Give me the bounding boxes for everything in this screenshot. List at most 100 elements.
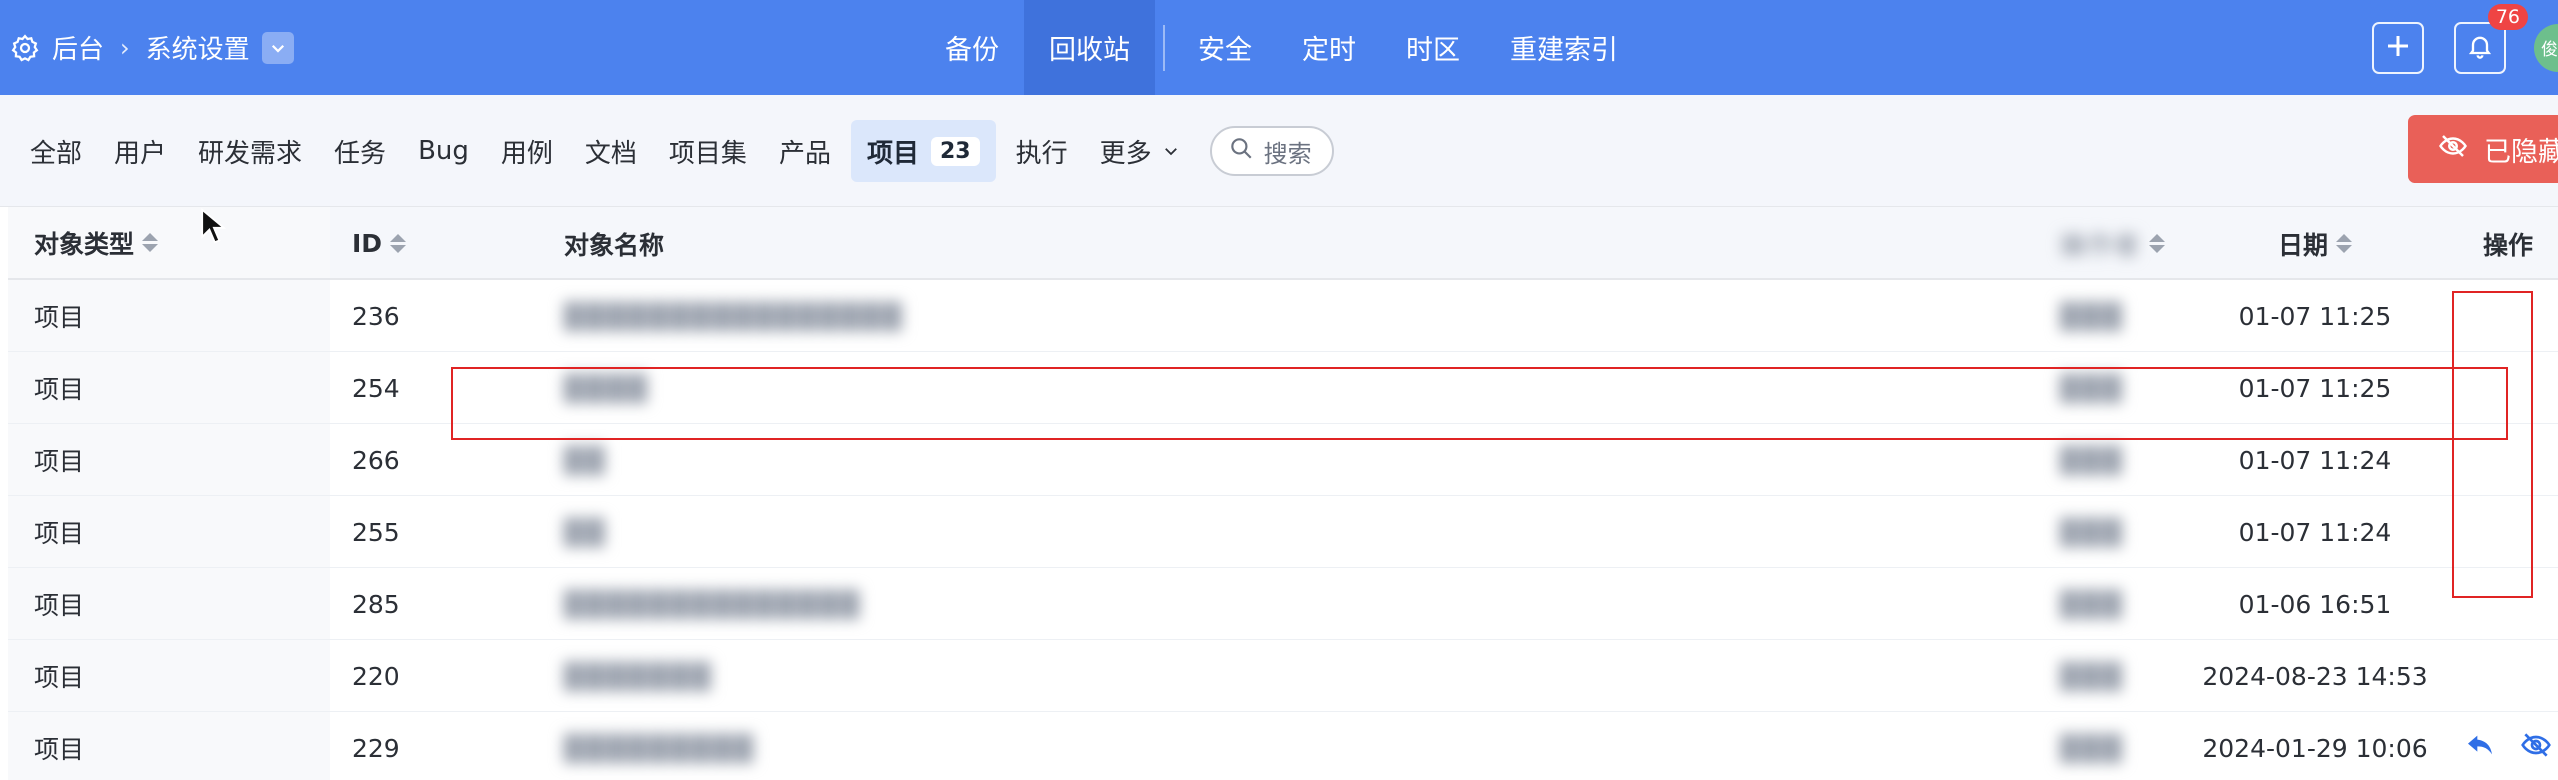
cell-name: ████████████████ <box>540 280 2020 352</box>
cell-date: 2024-08-23 14:53 <box>2202 661 2428 691</box>
type-filters: 全部 用户 研发需求 任务 Bug 用例 文档 项目集 产品 项目 23 执行 … <box>14 95 1334 207</box>
cell-date: 01-07 11:25 <box>2238 373 2392 403</box>
nav-security[interactable]: 安全 <box>1173 0 1277 95</box>
cell-id: 255 <box>352 517 400 547</box>
filter-tasks[interactable]: 任务 <box>318 120 402 182</box>
gear-icon[interactable] <box>10 33 40 63</box>
column-header-actions: 操作 <box>2482 230 2533 260</box>
cell-operator: ███ <box>2020 712 2180 780</box>
nav-timezone[interactable]: 时区 <box>1381 0 1485 95</box>
cell-name: ███████ <box>540 640 2020 712</box>
table-row: 项目 285 ██████████████ ███ 01-06 16:51 <box>8 568 2558 640</box>
column-header-date[interactable]: 日期 <box>2180 207 2450 280</box>
search-input[interactable]: 搜索 <box>1209 126 1334 176</box>
filter-executions[interactable]: 执行 <box>1000 120 1084 182</box>
nav-recycle-bin[interactable]: 回收站 <box>1024 0 1155 95</box>
filter-users[interactable]: 用户 <box>98 120 182 182</box>
cell-type: 项目 <box>8 712 330 780</box>
cell-name-text: ██████████████ <box>564 589 862 619</box>
cell-date: 2024-01-29 10:06 <box>2202 733 2428 763</box>
bell-icon <box>2466 32 2494 64</box>
eye-off-icon[interactable] <box>2520 729 2552 767</box>
avatar[interactable]: 俊杰 <box>2534 23 2558 72</box>
notification-badge: 76 <box>2487 3 2528 30</box>
cell-operator-text: ███ <box>2060 301 2124 331</box>
cell-id: 220 <box>352 661 400 691</box>
recycle-bin-table: 对象类型 ID 对象名称 操作者 日期 操作 项目 236 ██████████… <box>8 207 2558 780</box>
add-button[interactable] <box>2372 21 2424 74</box>
filter-more-label: 更多 <box>1099 138 1152 169</box>
cell-id: 236 <box>352 301 400 331</box>
cell-id: 266 <box>352 445 400 475</box>
cell-name: ██ <box>540 496 2020 568</box>
row-actions <box>2464 729 2552 767</box>
cell-operator-text: ███ <box>2060 517 2124 547</box>
cell-operator-text: ███ <box>2060 589 2124 619</box>
filter-bugs[interactable]: Bug <box>402 120 485 182</box>
column-header-id-label: ID <box>352 229 383 258</box>
chevron-down-icon[interactable] <box>261 31 294 64</box>
chevron-down-icon <box>1162 142 1180 160</box>
filter-docs[interactable]: 文档 <box>569 120 653 182</box>
mouse-cursor-icon <box>200 207 227 248</box>
search-placeholder: 搜索 <box>1263 139 1312 168</box>
breadcrumb-current[interactable]: 系统设置 <box>146 29 250 66</box>
column-header-type[interactable]: 对象类型 <box>8 207 330 278</box>
cell-type: 项目 <box>8 424 330 495</box>
table-row: 项目 255 ██ ███ 01-07 11:24 <box>8 496 2558 568</box>
table-row: 项目 236 ████████████████ ███ 01-07 11:25 <box>8 280 2558 352</box>
cell-actions <box>2450 352 2558 424</box>
table-row: 项目 220 ███████ ███ 2024-08-23 14:53 <box>8 640 2558 712</box>
hidden-items-label: 已隐藏 <box>2484 136 2558 168</box>
filter-stories[interactable]: 研发需求 <box>182 120 318 182</box>
cell-operator-text: ███ <box>2060 661 2124 691</box>
filter-products[interactable]: 产品 <box>763 120 847 182</box>
cell-actions <box>2450 424 2558 496</box>
cell-operator: ███ <box>2020 352 2180 424</box>
cell-operator: ███ <box>2020 496 2180 568</box>
notifications-button[interactable]: 76 <box>2454 3 2528 74</box>
column-header-date-label: 日期 <box>2277 230 2328 260</box>
column-header-id[interactable]: ID <box>330 207 540 280</box>
nav-schedule[interactable]: 定时 <box>1277 0 1381 95</box>
filter-more[interactable]: 更多 <box>1084 120 1196 182</box>
filter-programs[interactable]: 项目集 <box>653 120 763 182</box>
restore-icon[interactable] <box>2464 729 2496 767</box>
hidden-items-button[interactable]: 已隐藏 <box>2408 115 2558 183</box>
breadcrumb-root[interactable]: 后台 <box>52 29 104 66</box>
cell-operator: ███ <box>2020 640 2180 712</box>
cell-date: 01-07 11:25 <box>2238 301 2392 331</box>
cell-name: ████ <box>540 352 2020 424</box>
cell-type: 项目 <box>8 568 330 639</box>
nav-backup[interactable]: 备份 <box>920 0 1024 95</box>
cell-type: 项目 <box>8 640 330 711</box>
nav-divider <box>1163 24 1165 71</box>
cell-name: ██████████████ <box>540 568 2020 640</box>
eye-off-icon <box>2438 131 2484 168</box>
table-row: 项目 266 ██ ███ 01-07 11:24 <box>8 424 2558 496</box>
cell-type: 项目 <box>8 496 330 567</box>
top-nav: 备份 回收站 安全 定时 时区 重建索引 <box>920 0 1643 95</box>
search-icon <box>1228 135 1264 167</box>
cell-operator-text: ███ <box>2060 733 2124 763</box>
cell-actions <box>2450 568 2558 640</box>
cell-operator: ███ <box>2020 568 2180 640</box>
filter-projects[interactable]: 项目 23 <box>850 120 996 182</box>
filter-cases[interactable]: 用例 <box>485 120 569 182</box>
sort-icon <box>390 234 407 253</box>
cell-operator-text: ███ <box>2060 445 2124 475</box>
filter-all[interactable]: 全部 <box>14 120 98 182</box>
plus-icon <box>2383 31 2413 65</box>
nav-rebuild-index[interactable]: 重建索引 <box>1485 0 1643 95</box>
filter-bar: 全部 用户 研发需求 任务 Bug 用例 文档 项目集 产品 项目 23 执行 … <box>0 95 2558 207</box>
chevron-right-icon: › <box>120 33 130 62</box>
cell-name-text: ███████ <box>564 661 713 691</box>
column-header-operator-label: 操作者 <box>2060 230 2142 260</box>
cell-operator: ███ <box>2020 424 2180 496</box>
column-header-operator[interactable]: 操作者 <box>2020 207 2180 280</box>
column-header-type-label: 对象类型 <box>34 229 135 259</box>
cell-name: ██ <box>540 424 2020 496</box>
sort-icon <box>142 233 159 252</box>
cell-name-text: █████████ <box>564 733 756 763</box>
table-header: 对象类型 ID 对象名称 操作者 日期 操作 <box>8 207 2558 280</box>
